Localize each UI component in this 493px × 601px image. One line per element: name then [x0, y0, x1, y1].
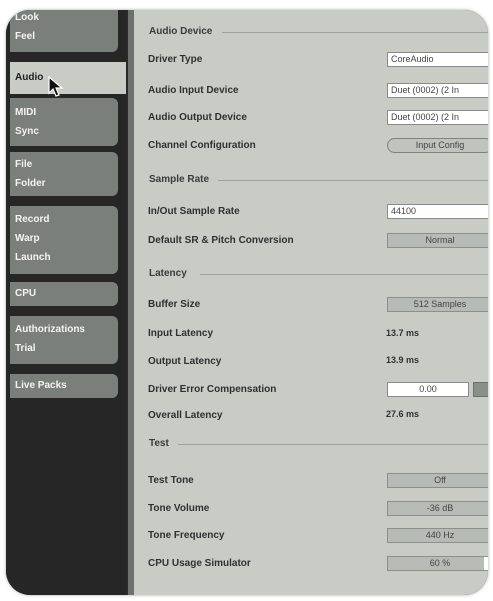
test-tone-toggle[interactable]: Off [387, 473, 488, 488]
compensation-unit-button[interactable] [473, 382, 488, 397]
tab-label-line: Folder [15, 178, 46, 189]
output-latency-value: 13.9 ms [386, 355, 420, 365]
pitch-conversion-value: Normal [425, 235, 455, 245]
tab-cpu[interactable]: CPU [10, 282, 118, 306]
section-heading-audio-device: Audio Device [149, 26, 213, 37]
tab-label-line: Launch [15, 252, 51, 263]
cpu-usage-value: 60 % [429, 558, 451, 568]
audio-output-device-label: Audio Output Device [148, 112, 247, 123]
overall-latency-value: 27.6 ms [386, 409, 420, 419]
input-latency-label: Input Latency [148, 328, 214, 339]
audio-input-device-value: Duet (0002) (2 In [391, 85, 460, 95]
section-heading-test: Test [149, 438, 169, 449]
tab-midi-sync[interactable]: MIDI Sync [10, 98, 118, 146]
inout-sample-rate-label: In/Out Sample Rate [148, 206, 240, 217]
sample-rate-dropdown[interactable]: 44100 [387, 204, 488, 219]
section-divider [222, 32, 488, 33]
preferences-window: Look Feel Audio MIDI Sync File Folder Re… [6, 10, 488, 595]
tone-frequency-slider[interactable]: 440 Hz [387, 528, 488, 543]
tab-label-line: Look [15, 12, 39, 23]
tab-look-feel[interactable]: Look Feel [10, 10, 118, 52]
tab-label-line: Authorizations [15, 324, 85, 335]
section-heading-sample-rate: Sample Rate [149, 174, 210, 185]
driver-type-value: CoreAudio [391, 54, 434, 64]
sample-rate-value: 44100 [391, 206, 417, 216]
tone-frequency-value: 440 Hz [425, 530, 455, 540]
input-latency-value: 13.7 ms [386, 328, 420, 338]
driver-error-compensation-value: 0.00 [419, 384, 437, 394]
test-tone-value: Off [434, 475, 446, 485]
mouse-pointer-icon [48, 76, 64, 97]
buffer-size-value: 512 Samples [413, 299, 467, 309]
tone-volume-slider[interactable]: -36 dB [387, 501, 488, 516]
overall-latency-label: Overall Latency [148, 410, 223, 421]
audio-output-device-value: Duet (0002) (2 In [391, 112, 460, 122]
tab-label-line: File [15, 159, 33, 170]
section-divider [178, 444, 488, 445]
tone-volume-label: Tone Volume [148, 503, 210, 514]
audio-input-device-label: Audio Input Device [148, 85, 239, 96]
screenshot-frame: Look Feel Audio MIDI Sync File Folder Re… [0, 0, 493, 601]
tab-file-folder[interactable]: File Folder [10, 152, 118, 196]
tab-label-line: Audio [15, 72, 44, 83]
tab-label-line: Feel [15, 31, 36, 42]
section-divider [200, 274, 488, 275]
tab-live-packs[interactable]: Live Packs [10, 374, 118, 398]
tab-label-line: Warp [15, 233, 40, 244]
tab-audio[interactable]: Audio [10, 62, 126, 94]
tab-authorizations-trial[interactable]: Authorizations Trial [10, 316, 118, 364]
output-latency-label: Output Latency [148, 356, 222, 367]
test-tone-label: Test Tone [148, 475, 194, 486]
tab-label-line: Sync [15, 126, 39, 137]
driver-type-label: Driver Type [148, 54, 203, 65]
pitch-conversion-dropdown[interactable]: Normal [387, 233, 488, 248]
default-sr-label: Default SR & Pitch Conversion [148, 235, 294, 246]
channel-configuration-label: Channel Configuration [148, 140, 256, 151]
section-divider [218, 180, 488, 181]
cpu-usage-simulator-slider[interactable]: 60 % [387, 556, 488, 571]
cpu-usage-simulator-label: CPU Usage Simulator [148, 558, 251, 569]
audio-input-device-dropdown[interactable]: Duet (0002) (2 In [387, 83, 488, 98]
audio-settings-panel: Audio Device Driver Type CoreAudio Audio… [128, 10, 488, 595]
driver-type-dropdown[interactable]: CoreAudio [387, 52, 488, 67]
input-config-label: Input Config [415, 140, 465, 150]
section-heading-latency: Latency [149, 268, 187, 279]
tab-label-line: MIDI [15, 107, 37, 118]
preferences-sidebar: Look Feel Audio MIDI Sync File Folder Re… [6, 10, 126, 595]
input-config-button[interactable]: Input Config [387, 138, 488, 153]
buffer-size-dropdown[interactable]: 512 Samples [387, 297, 488, 312]
tab-label-line: CPU [15, 288, 37, 299]
driver-error-compensation-input[interactable]: 0.00 [387, 382, 469, 397]
driver-error-compensation-label: Driver Error Compensation [148, 384, 277, 395]
tone-frequency-label: Tone Frequency [148, 530, 225, 541]
tab-label-line: Trial [15, 343, 36, 354]
audio-output-device-dropdown[interactable]: Duet (0002) (2 In [387, 110, 488, 125]
tab-label-line: Record [15, 214, 50, 225]
tone-volume-value: -36 dB [426, 503, 454, 513]
tab-record-warp-launch[interactable]: Record Warp Launch [10, 206, 118, 274]
buffer-size-label: Buffer Size [148, 299, 201, 310]
tab-label-line: Live Packs [15, 380, 67, 391]
